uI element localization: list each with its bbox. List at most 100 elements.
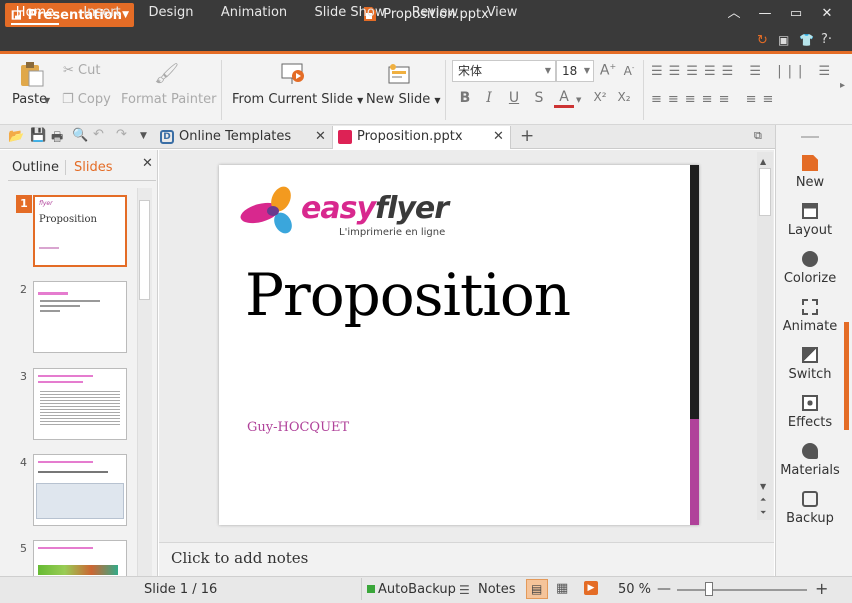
new-tab-button[interactable]: + xyxy=(520,126,534,146)
thumb-line xyxy=(38,471,108,473)
effects-icon xyxy=(802,395,818,411)
quick-access-dropdown-icon[interactable]: ▼ xyxy=(140,131,147,141)
tab-slide-show[interactable]: Slide Show xyxy=(313,3,387,25)
chevron-down-icon: ▼ xyxy=(544,66,551,75)
new-slide-button[interactable]: New Slide ▼ xyxy=(366,92,441,107)
collapse-ribbon-icon[interactable]: ︿ xyxy=(723,4,745,24)
zoom-in-icon[interactable]: + xyxy=(815,579,828,598)
prev-slide-icon[interactable]: ⏶ xyxy=(760,495,766,505)
tab-list-icon[interactable]: ⧉ xyxy=(754,129,762,143)
scroll-down-icon[interactable]: ▼ xyxy=(760,482,766,491)
normal-view-button[interactable]: ▤ xyxy=(526,579,548,599)
maximize-button[interactable]: ▭ xyxy=(785,4,807,24)
font-size-select[interactable]: 18 ▼ xyxy=(556,60,594,82)
subscript-button[interactable]: X₂ xyxy=(614,90,634,104)
zoom-slider-thumb[interactable] xyxy=(705,582,713,596)
paragraph-align-icons[interactable]: ≡≡≡≡≡ ≡≡ xyxy=(651,92,779,107)
tab-review[interactable]: Review xyxy=(411,3,459,25)
canvas-scroll-thumb[interactable] xyxy=(759,168,771,216)
slide-thumb-3[interactable] xyxy=(33,368,127,440)
print-icon[interactable]: 🖶 xyxy=(51,128,63,150)
tab-insert[interactable]: Insert xyxy=(80,3,124,25)
save-icon[interactable]: 💾 xyxy=(30,128,46,143)
superscript-button[interactable]: X² xyxy=(590,90,610,104)
paste-dropdown-icon[interactable]: ▼ xyxy=(44,96,50,105)
current-slide[interactable]: easyflyer L'imprimerie en ligne Proposit… xyxy=(219,165,699,525)
next-slide-icon[interactable]: ⏷ xyxy=(760,508,766,518)
print-preview-icon[interactable]: 🔍 xyxy=(72,128,88,143)
thumb-line xyxy=(40,300,100,302)
chevron-down-icon: ▼ xyxy=(357,96,364,105)
ribbon-scroll-icon[interactable]: ▸ xyxy=(840,80,845,91)
tab-view[interactable]: View xyxy=(484,3,520,25)
notes-icon: ☰ xyxy=(459,583,470,597)
chevron-down-icon[interactable]: ▼ xyxy=(576,96,581,104)
panel-colorize-button[interactable]: Colorize xyxy=(775,251,845,286)
notes-placeholder[interactable]: Click to add notes xyxy=(171,549,308,567)
tab-proposition[interactable]: Proposition.pptx ✕ xyxy=(333,126,511,149)
notes-area[interactable]: Click to add notes xyxy=(159,542,774,576)
italic-button[interactable]: I xyxy=(479,90,499,106)
redo-icon[interactable]: ↷ xyxy=(116,127,127,142)
panel-layout-button[interactable]: Layout xyxy=(775,203,845,238)
close-icon[interactable]: ✕ xyxy=(493,126,504,148)
close-button[interactable]: ✕ xyxy=(816,4,838,24)
cut-button[interactable]: ✂ Cut xyxy=(63,63,100,78)
help-icon[interactable]: ?· xyxy=(821,32,832,47)
slide-thumb-5[interactable] xyxy=(33,540,127,576)
menu-bar xyxy=(0,29,852,54)
slide-sorter-icon[interactable]: ▦ xyxy=(556,581,568,596)
panel-backup-button[interactable]: Backup xyxy=(775,491,845,526)
open-folder-icon[interactable]: 📂 xyxy=(8,129,24,144)
slide-thumb-1[interactable]: flyer Proposition xyxy=(33,195,127,267)
panel-effects-button[interactable]: Effects xyxy=(775,395,845,430)
zoom-out-icon[interactable]: — xyxy=(657,581,671,597)
close-icon[interactable]: ✕ xyxy=(315,126,326,148)
autobackup-button[interactable]: AutoBackup xyxy=(378,582,456,597)
notes-toggle-button[interactable]: Notes xyxy=(478,582,516,597)
slides-tab[interactable]: Slides xyxy=(65,160,113,175)
shadow-button[interactable]: S xyxy=(529,90,549,106)
zoom-level: 50 % xyxy=(618,582,652,597)
tab-animation[interactable]: Animation xyxy=(220,3,288,25)
panel-grip[interactable] xyxy=(801,136,819,138)
panel-switch-button[interactable]: Switch xyxy=(775,347,845,382)
grow-font-icon[interactable]: A+ xyxy=(598,62,618,79)
bold-button[interactable]: B xyxy=(455,90,475,106)
paragraph-list-icons[interactable]: ☰☰☰☰☰ ☰ ||| ☰ xyxy=(651,64,836,79)
minimize-button[interactable]: — xyxy=(754,4,776,24)
outline-tab[interactable]: Outline xyxy=(12,160,59,175)
panel-item-label: Animate xyxy=(782,319,838,334)
panel-new-button[interactable]: New xyxy=(775,155,845,190)
thumb-number: 2 xyxy=(20,283,27,296)
tab-design[interactable]: Design xyxy=(147,3,195,25)
copy-button[interactable]: ❐ Copy xyxy=(62,92,111,107)
panel-expand-handle[interactable] xyxy=(844,322,849,430)
panel-item-label: Switch xyxy=(788,367,832,382)
slideshow-icon[interactable]: ▶ xyxy=(584,581,598,595)
paste-button[interactable] xyxy=(18,60,46,91)
scroll-up-icon[interactable]: ▲ xyxy=(760,157,766,166)
sync-icon[interactable]: ↻ xyxy=(757,33,768,48)
paste-label[interactable]: Paste xyxy=(12,92,47,107)
slide-thumb-2[interactable] xyxy=(33,281,127,353)
undo-icon[interactable]: ↶ xyxy=(93,127,104,142)
slide-author[interactable]: Guy-HOCQUET xyxy=(247,420,349,435)
close-icon[interactable]: ✕ xyxy=(142,156,153,171)
tab-online-templates[interactable]: D Online Templates ✕ xyxy=(155,126,333,149)
format-painter-button[interactable]: Format Painter xyxy=(121,92,216,107)
underline-button[interactable]: U xyxy=(504,90,524,106)
panel-animate-button[interactable]: Animate xyxy=(775,299,845,334)
slide-title[interactable]: Proposition xyxy=(245,261,571,329)
thumbs-scroll-thumb[interactable] xyxy=(139,200,150,300)
skin-icon[interactable]: 👕 xyxy=(799,33,814,47)
font-name-select[interactable]: 宋体 ▼ xyxy=(452,60,556,82)
slide-thumb-4[interactable] xyxy=(33,454,127,526)
panel-materials-button[interactable]: Materials xyxy=(775,443,845,478)
from-current-slide-button[interactable]: From Current Slide ▼ xyxy=(232,92,363,107)
font-color-button[interactable]: A xyxy=(554,89,574,108)
tab-home[interactable]: Home xyxy=(11,3,59,25)
zoom-slider[interactable] xyxy=(677,589,807,591)
shrink-font-icon[interactable]: A- xyxy=(619,64,639,78)
save-cloud-icon[interactable]: ▣ xyxy=(778,33,789,47)
